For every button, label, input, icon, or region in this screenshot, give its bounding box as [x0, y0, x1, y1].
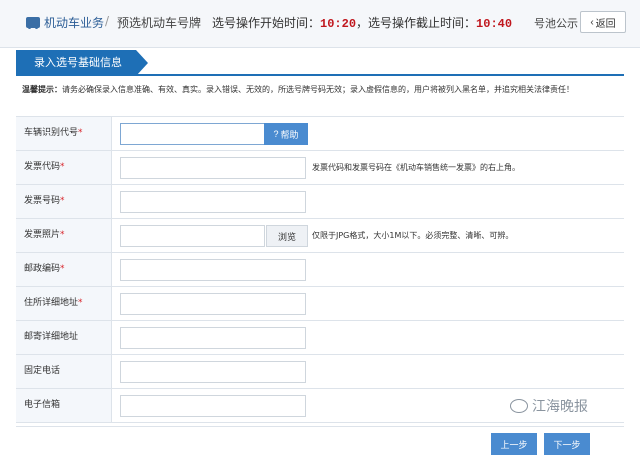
- breadcrumb-current: 预选机动车号牌: [117, 16, 202, 30]
- vin-label: 车辆识别代号*: [16, 117, 112, 150]
- car-icon: [26, 17, 40, 29]
- form-row-phone: 固定电话: [16, 355, 624, 389]
- invoice-photo-label-text: 发票照片: [24, 230, 61, 240]
- previous-step-button[interactable]: 上一步: [491, 433, 537, 455]
- basic-info-form: 车辆识别代号* ? 帮助 发票代码* 发票代码和发票号码在《机动车销售统一发票》的…: [16, 116, 624, 423]
- invoice-code-label: 发票代码*: [16, 151, 112, 184]
- email-input[interactable]: [120, 395, 306, 417]
- start-time-label: 选号操作开始时间：: [212, 16, 321, 30]
- form-row-invoice-number: 发票号码*: [16, 185, 624, 219]
- required-mark: *: [78, 298, 83, 308]
- form-row-mailing-address: 邮寄详细地址: [16, 321, 624, 355]
- invoice-photo-input[interactable]: [120, 225, 265, 247]
- wechat-icon: [510, 399, 528, 413]
- invoice-number-label-text: 发票号码: [24, 196, 61, 206]
- time-window: 选号操作开始时间：10:20，选号操作截止时间：10:40: [212, 14, 512, 31]
- mailing-address-label: 邮寄详细地址: [16, 321, 112, 354]
- required-mark: *: [78, 128, 83, 138]
- vin-label-text: 车辆识别代号: [24, 128, 79, 138]
- invoice-code-label-text: 发票代码: [24, 162, 61, 172]
- address-input[interactable]: [120, 293, 306, 315]
- postcode-label: 邮政编码*: [16, 253, 112, 286]
- phone-input[interactable]: [120, 361, 306, 383]
- breadcrumb-separator: /: [105, 14, 110, 28]
- footer-divider: [16, 426, 624, 427]
- vin-input[interactable]: [120, 123, 265, 145]
- end-time: 10:40: [476, 17, 513, 31]
- required-mark: *: [60, 162, 65, 172]
- warning-text: 请务必确保录入信息准确、有效、真实。录入错误、无效的，所选号牌号码无效；录入虚假…: [62, 85, 574, 94]
- invoice-photo-hint: 仅限于JPG格式，大小1M以下。必须完整、清晰、可辨。: [312, 231, 514, 240]
- start-time: 10:20: [320, 17, 357, 31]
- section-tab-bar: 录入选号基础信息: [16, 50, 624, 76]
- invoice-photo-label: 发票照片*: [16, 219, 112, 252]
- back-button[interactable]: ‹ 返回: [580, 11, 626, 33]
- postcode-input[interactable]: [120, 259, 306, 281]
- page: 机动车业务 / 预选机动车号牌 选号操作开始时间：10:20，选号操作截止时间：…: [0, 0, 640, 460]
- warning-notice: 温馨提示：请务必确保录入信息准确、有效、真实。录入错误、无效的，所选号牌号码无效…: [22, 84, 622, 95]
- watermark: 江海晚报: [510, 396, 588, 416]
- mailing-address-input[interactable]: [120, 327, 306, 349]
- question-circle-icon: ?: [273, 129, 279, 139]
- required-mark: *: [60, 230, 65, 240]
- number-pool-link[interactable]: 号池公示: [534, 15, 578, 31]
- form-row-address: 住所详细地址*: [16, 287, 624, 321]
- form-row-invoice-photo: 发票照片* 浏览 仅限于JPG格式，大小1M以下。必须完整、清晰、可辨。: [16, 219, 624, 253]
- required-mark: *: [60, 196, 65, 206]
- address-label: 住所详细地址*: [16, 287, 112, 320]
- form-row-postcode: 邮政编码*: [16, 253, 624, 287]
- warning-lead: 温馨提示：: [22, 85, 62, 94]
- postcode-label-text: 邮政编码: [24, 264, 61, 274]
- invoice-code-hint: 发票代码和发票号码在《机动车销售统一发票》的右上角。: [312, 163, 520, 172]
- tab-basic-info[interactable]: 录入选号基础信息: [16, 50, 148, 76]
- invoice-number-label: 发票号码*: [16, 185, 112, 218]
- back-button-label: 返回: [595, 18, 616, 30]
- top-bar: 机动车业务 / 预选机动车号牌 选号操作开始时间：10:20，选号操作截止时间：…: [0, 0, 640, 48]
- chevron-left-icon: ‹: [590, 16, 594, 28]
- breadcrumb-motor-vehicle[interactable]: 机动车业务: [44, 14, 104, 31]
- watermark-text: 江海晚报: [532, 399, 588, 415]
- invoice-number-input[interactable]: [120, 191, 306, 213]
- address-label-text: 住所详细地址: [24, 298, 79, 308]
- help-button[interactable]: ? 帮助: [264, 123, 308, 145]
- next-step-button[interactable]: 下一步: [544, 433, 590, 455]
- phone-label: 固定电话: [16, 355, 112, 388]
- required-mark: *: [60, 264, 65, 274]
- form-row-vin: 车辆识别代号* ? 帮助: [16, 117, 624, 151]
- form-row-invoice-code: 发票代码* 发票代码和发票号码在《机动车销售统一发票》的右上角。: [16, 151, 624, 185]
- browse-button[interactable]: 浏览: [266, 225, 308, 247]
- help-button-label: 帮助: [280, 129, 299, 140]
- end-time-label: ，选号操作截止时间：: [356, 16, 477, 30]
- invoice-code-input[interactable]: [120, 157, 306, 179]
- email-label: 电子信箱: [16, 389, 112, 422]
